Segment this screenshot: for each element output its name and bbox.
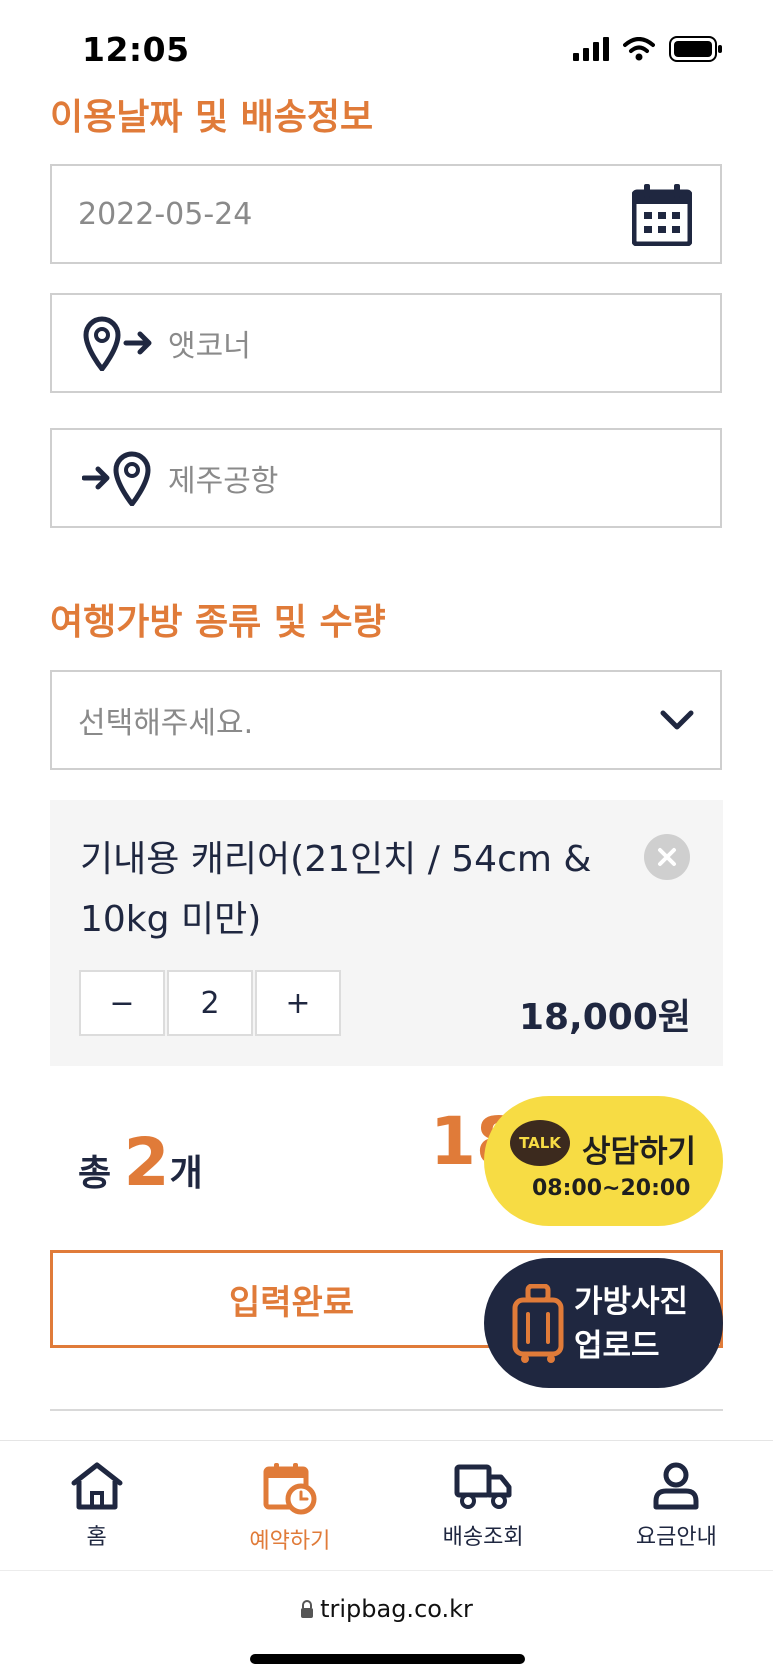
bag-select-placeholder: 선택해주세요. xyxy=(78,706,254,741)
nav-label-reserve: 예약하기 xyxy=(249,1529,331,1554)
nav-label-pricing: 요금안내 xyxy=(635,1525,717,1550)
increment-button[interactable]: + xyxy=(255,970,341,1036)
total-suffix: 개 xyxy=(169,1153,203,1194)
wifi-icon xyxy=(623,37,655,61)
kakao-talk-button[interactable]: TALK 상담하기 08:00~20:00 xyxy=(484,1096,723,1226)
item-price: 18,000원 xyxy=(518,997,691,1038)
calendar-clock-icon xyxy=(263,1463,317,1515)
destination-field[interactable]: 제주공항 xyxy=(50,428,722,528)
divider xyxy=(50,1409,723,1411)
pin-depart-icon xyxy=(83,316,152,371)
total-prefix: 총 xyxy=(78,1153,112,1194)
pin-arrive-icon xyxy=(82,451,151,506)
talk-badge-icon: TALK xyxy=(510,1120,570,1166)
date-value: 2022-05-24 xyxy=(78,196,253,232)
status-time: 12:05 xyxy=(82,30,190,69)
nav-item-reserve[interactable]: 예약하기 xyxy=(193,1441,386,1571)
browser-url-bar: tripbag.co.kr xyxy=(0,1570,773,1674)
total-count: 2 xyxy=(123,1124,170,1201)
chevron-down-icon xyxy=(660,710,694,730)
status-icons xyxy=(573,36,723,62)
submit-label: 입력완료 xyxy=(228,1282,355,1323)
lock-icon xyxy=(301,1600,314,1618)
date-field[interactable]: 2022-05-24 xyxy=(50,164,722,264)
truck-icon xyxy=(454,1464,512,1509)
luggage-icon xyxy=(512,1284,564,1363)
nav-label-home: 홈 xyxy=(86,1525,107,1550)
signal-icon xyxy=(573,37,609,61)
section-title-bag: 여행가방 종류 및 수량 xyxy=(50,602,386,643)
nav-item-tracking[interactable]: 배송조회 xyxy=(387,1441,580,1571)
decrement-button[interactable]: − xyxy=(79,970,165,1036)
bottom-nav: 홈 예약하기 배송조회 요금안내 xyxy=(0,1440,773,1571)
bag-type-select[interactable]: 선택해주세요. xyxy=(50,670,722,770)
quantity-stepper: − 2 + xyxy=(79,970,343,1036)
selected-item-card: 기내용 캐리어(21인치 / 54cm & 10kg 미만) − 2 + 18,… xyxy=(50,800,723,1066)
origin-value: 앳코너 xyxy=(168,329,251,364)
destination-value: 제주공항 xyxy=(168,464,279,499)
remove-item-button[interactable] xyxy=(644,834,690,880)
talk-label: 상담하기 xyxy=(582,1134,697,1170)
close-icon xyxy=(658,848,676,866)
talk-hours: 08:00~20:00 xyxy=(532,1176,691,1201)
bag-photo-upload-button[interactable]: 가방사진 업로드 xyxy=(484,1258,723,1388)
url-text: tripbag.co.kr xyxy=(320,1595,473,1623)
item-name: 기내용 캐리어(21인치 / 54cm & 10kg 미만) xyxy=(80,839,592,940)
url-display[interactable]: tripbag.co.kr xyxy=(0,1595,773,1623)
nav-item-pricing[interactable]: 요금안내 xyxy=(580,1441,773,1571)
origin-field[interactable]: 앳코너 xyxy=(50,293,722,393)
nav-item-home[interactable]: 홈 xyxy=(0,1441,193,1571)
total-summary: 총 2개 xyxy=(78,1124,203,1201)
home-icon xyxy=(71,1462,123,1510)
user-icon xyxy=(653,1462,699,1510)
upload-label: 가방사진 업로드 xyxy=(574,1284,689,1364)
nav-label-tracking: 배송조회 xyxy=(442,1525,524,1550)
quantity-value[interactable]: 2 xyxy=(167,970,253,1036)
home-indicator xyxy=(250,1654,525,1664)
calendar-icon[interactable] xyxy=(632,184,692,246)
battery-icon xyxy=(669,36,722,62)
section-title-date-delivery: 이용날짜 및 배송정보 xyxy=(50,97,374,138)
